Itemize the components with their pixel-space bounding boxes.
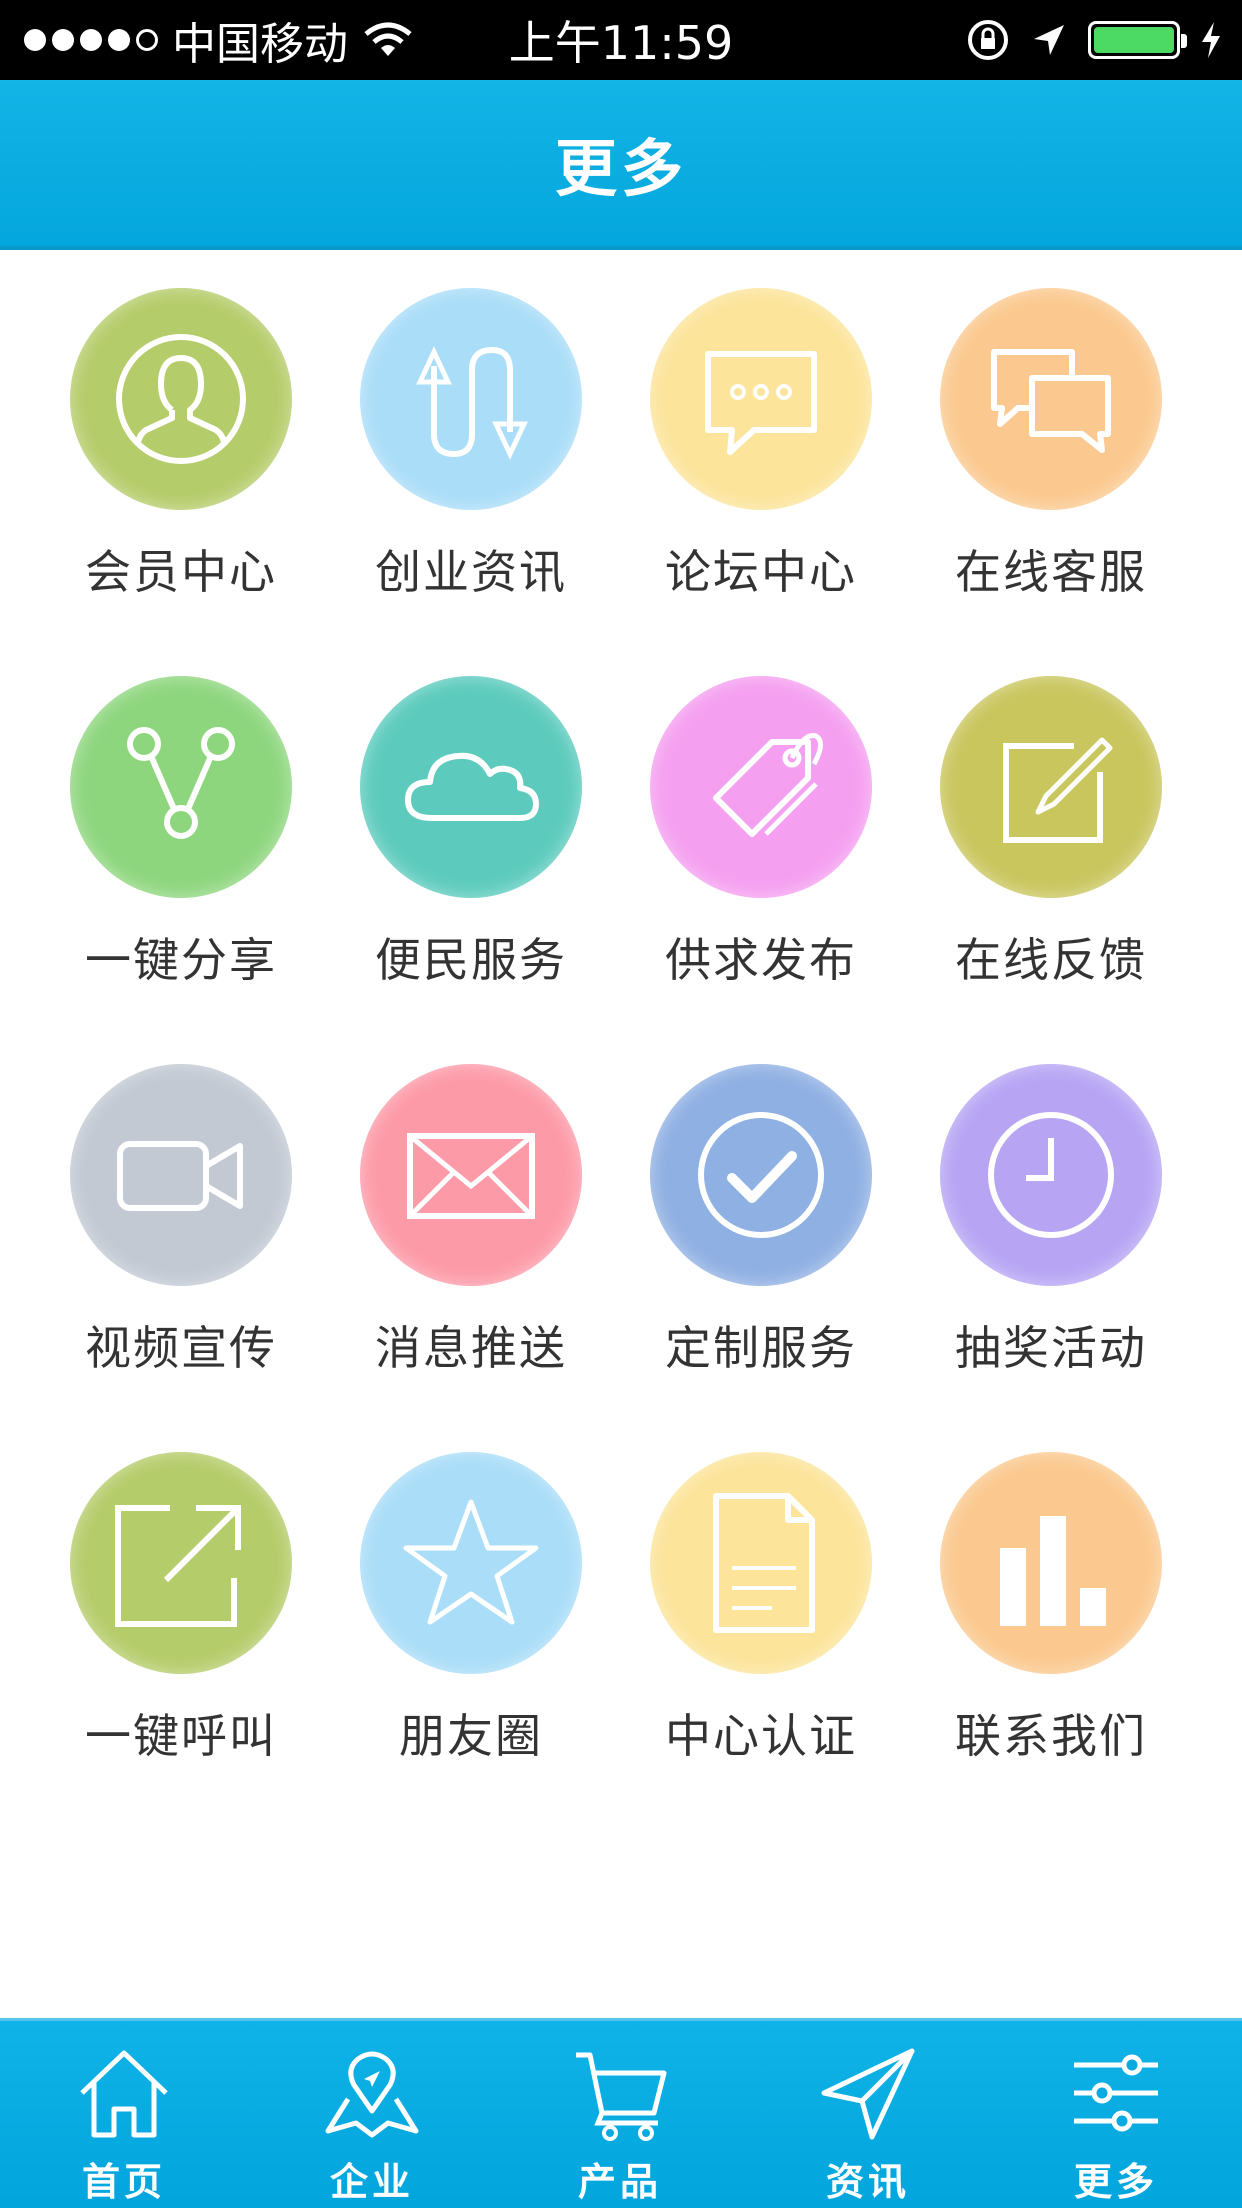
- tab-label: 更多: [1073, 2160, 1158, 2204]
- grid-item-member-center[interactable]: 会员中心: [36, 288, 326, 602]
- grid-item-one-key-call[interactable]: 一键呼叫: [36, 1452, 326, 1766]
- grid-item-online-service[interactable]: 在线客服: [906, 288, 1196, 602]
- location-arrow-icon: [1034, 25, 1064, 55]
- mail-icon: [407, 1133, 535, 1219]
- send-icon: [821, 2048, 915, 2140]
- grid-icon-circle: [70, 676, 292, 898]
- grid-icon-circle: [940, 288, 1162, 510]
- grid-icon-circle: [650, 1064, 872, 1286]
- battery-icon: [1088, 21, 1187, 59]
- grid-item-label: 一键分享: [85, 933, 277, 987]
- tag-icon: [713, 732, 823, 837]
- tab-home[interactable]: 首页: [0, 2021, 248, 2208]
- battery-fill: [1094, 27, 1174, 53]
- tab-label: 资讯: [825, 2160, 910, 2204]
- grid-item-supply-demand[interactable]: 供求发布: [616, 676, 906, 990]
- grid-item-label: 在线客服: [955, 545, 1147, 599]
- chat-bubbles-icon: [991, 349, 1111, 453]
- grid-item-label: 定制服务: [665, 1321, 857, 1375]
- grid-item-label: 朋友圈: [399, 1709, 543, 1763]
- grid-item-custom-service[interactable]: 定制服务: [616, 1064, 906, 1378]
- grid-item-startup-news[interactable]: 创业资讯: [326, 288, 616, 602]
- grid-item-label: 抽奖活动: [955, 1321, 1147, 1375]
- grid-item-video-promo[interactable]: 视频宣传: [36, 1064, 326, 1378]
- video-icon: [117, 1141, 243, 1211]
- route-icon: [416, 346, 528, 460]
- grid-item-forum-center[interactable]: 论坛中心: [616, 288, 906, 602]
- grid-icon-circle: [360, 676, 582, 898]
- grid-item-public-service[interactable]: 便民服务: [326, 676, 616, 990]
- grid-item-label: 一键呼叫: [85, 1709, 277, 1763]
- grid-icon-circle: [70, 1064, 292, 1286]
- grid-icon-circle: [360, 1064, 582, 1286]
- tab-label: 产品: [577, 2160, 662, 2204]
- edit-icon: [1003, 737, 1113, 843]
- rotation-lock-icon: [968, 20, 1008, 60]
- grid-item-label: 在线反馈: [955, 933, 1147, 987]
- star-icon: [403, 1499, 539, 1625]
- tab-enterprise[interactable]: 企业: [248, 2021, 496, 2208]
- grid-icon-circle: [650, 676, 872, 898]
- grid-icon-circle: [360, 1452, 582, 1674]
- grid-item-contact-us[interactable]: 联系我们: [906, 1452, 1196, 1766]
- status-right: [966, 0, 1222, 80]
- grid-icon-circle: [360, 288, 582, 510]
- check-circle-icon: [698, 1112, 824, 1238]
- grid-icon-circle: [650, 288, 872, 510]
- cloud-icon: [405, 752, 539, 821]
- grid-item-center-certification[interactable]: 中心认证: [616, 1452, 906, 1766]
- tab-products[interactable]: 产品: [496, 2021, 744, 2208]
- grid-item-label: 视频宣传: [85, 1321, 277, 1375]
- bottom-tab-bar: 首页 企业 产品 资讯 更多: [0, 2018, 1242, 2208]
- share-icon: [127, 727, 235, 839]
- document-icon: [713, 1493, 815, 1633]
- grid-item-moments[interactable]: 朋友圈: [326, 1452, 616, 1766]
- grid-item-label: 论坛中心: [665, 545, 857, 599]
- grid-item-label: 便民服务: [375, 933, 567, 987]
- charging-bolt-icon: [1202, 22, 1220, 58]
- grid-item-share[interactable]: 一键分享: [36, 676, 326, 990]
- grid-item-label: 消息推送: [375, 1321, 567, 1375]
- grid-item-label: 联系我们: [955, 1709, 1147, 1763]
- cart-icon: [576, 2052, 667, 2141]
- grid-item-label: 中心认证: [665, 1709, 857, 1763]
- grid-icon-circle: [940, 676, 1162, 898]
- grid-item-online-feedback[interactable]: 在线反馈: [906, 676, 1196, 990]
- status-bar: 中国移动 上午11:59: [0, 0, 1242, 80]
- tab-label: 企业: [329, 2160, 414, 2204]
- grid-icon-circle: [940, 1064, 1162, 1286]
- grid-item-label: 创业资讯: [375, 545, 567, 599]
- tab-more[interactable]: 更多: [992, 2021, 1240, 2208]
- home-icon: [80, 2050, 168, 2138]
- tab-label: 首页: [81, 2160, 166, 2204]
- grid-icon-circle: [70, 1452, 292, 1674]
- map-pin-icon: [325, 2051, 419, 2138]
- grid-icon-circle: [650, 1452, 872, 1674]
- page-title: 更多: [554, 132, 687, 205]
- external-link-icon: [115, 1505, 241, 1627]
- nav-header: 更多: [0, 80, 1242, 250]
- clock-icon: [988, 1112, 1114, 1238]
- grid-item-lottery[interactable]: 抽奖活动: [906, 1064, 1196, 1378]
- grid-icon-circle: [70, 288, 292, 510]
- user-icon: [116, 334, 246, 464]
- grid-icon-circle: [940, 1452, 1162, 1674]
- chat-bubble-icon: [705, 351, 817, 455]
- grid-item-message-push[interactable]: 消息推送: [326, 1064, 616, 1378]
- bar-chart-icon: [1000, 1516, 1106, 1626]
- tab-news[interactable]: 资讯: [744, 2021, 992, 2208]
- sliders-icon: [1074, 2054, 1158, 2132]
- grid-item-label: 供求发布: [665, 933, 857, 987]
- grid-item-label: 会员中心: [85, 545, 277, 599]
